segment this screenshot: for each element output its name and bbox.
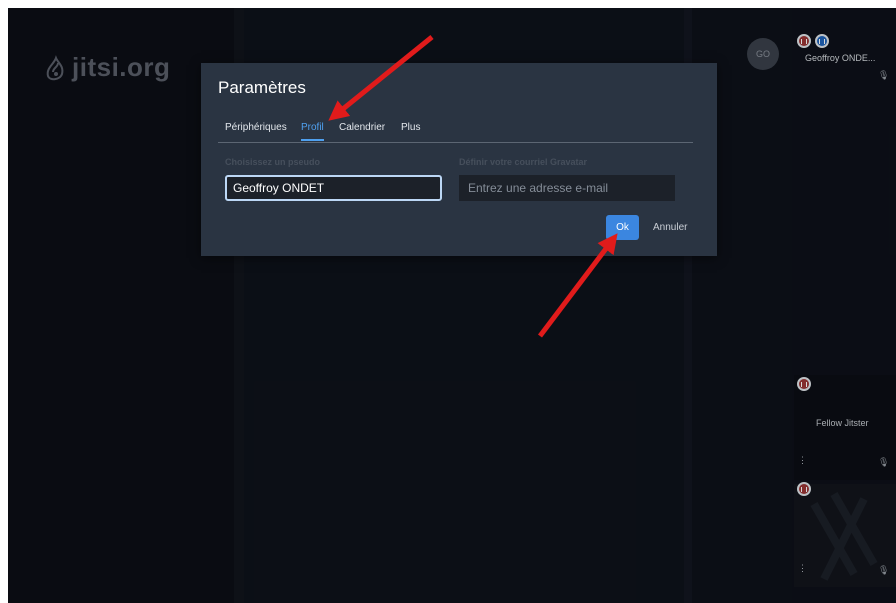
annotation-arrows (328, 35, 618, 338)
annotation-arrow (328, 35, 434, 121)
annotation-arrow (538, 233, 618, 338)
